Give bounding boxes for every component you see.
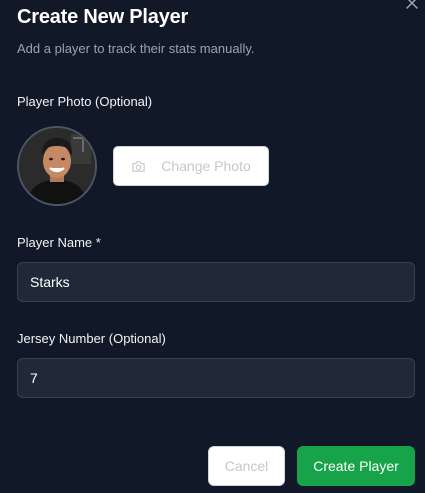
- camera-icon: [131, 159, 146, 174]
- jersey-number-label: Jersey Number (Optional): [17, 331, 166, 346]
- create-player-dialog: Create New Player Add a player to track …: [0, 0, 425, 493]
- player-photo-label: Player Photo (Optional): [17, 94, 153, 109]
- dialog-title: Create New Player: [17, 6, 189, 28]
- create-player-button[interactable]: Create Player: [297, 446, 415, 486]
- jersey-number-input[interactable]: [17, 358, 415, 398]
- player-name-input[interactable]: [17, 262, 415, 302]
- change-photo-button[interactable]: Change Photo: [113, 146, 269, 186]
- change-photo-label: Change Photo: [161, 158, 251, 174]
- close-icon[interactable]: [405, 0, 419, 10]
- dialog-subtitle: Add a player to track their stats manual…: [17, 41, 255, 56]
- avatar: [17, 126, 97, 206]
- cancel-button[interactable]: Cancel: [208, 446, 285, 486]
- player-name-label: Player Name *: [17, 235, 101, 250]
- player-photo: [19, 128, 95, 204]
